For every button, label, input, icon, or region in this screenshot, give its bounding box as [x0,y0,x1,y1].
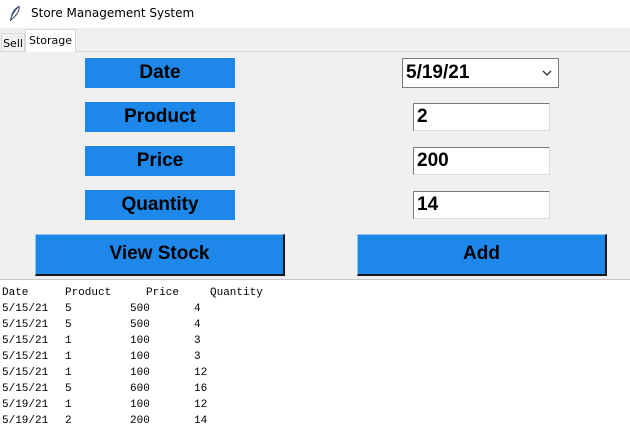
cell-product: 5 [65,319,72,331]
cell-quantity: 4 [194,303,201,315]
cell-product: 1 [65,399,72,411]
cell-quantity: 12 [194,367,208,379]
tab-bar: Sell Storage [0,28,630,52]
stock-row: 5/15/21 5 500 4 [2,319,622,335]
price-field[interactable]: 200 [413,147,550,175]
product-label: Product [85,102,235,132]
cell-product: 2 [65,415,72,427]
stock-row: 5/15/21 1 100 3 [2,351,622,367]
title-bar: Store Management System [0,0,630,28]
price-label: Price [85,146,235,176]
stock-row: 5/19/21 1 100 12 [2,399,622,415]
cell-quantity: 3 [194,351,201,363]
stock-row: 5/15/21 1 100 3 [2,335,622,351]
cell-product: 1 [65,335,72,347]
date-value: 5/19/21 [406,62,470,83]
cell-price: 100 [130,351,150,363]
cell-date: 5/15/21 [2,367,49,379]
cell-date: 5/19/21 [2,399,49,411]
cell-date: 5/19/21 [2,415,49,427]
header-date: Date [2,287,29,299]
add-button[interactable]: Add [357,234,607,276]
cell-product: 5 [65,383,72,395]
cell-price: 200 [130,415,150,427]
header-quantity: Quantity [210,287,263,299]
cell-date: 5/15/21 [2,383,49,395]
cell-quantity: 16 [194,383,208,395]
cell-date: 5/15/21 [2,335,49,347]
cell-product: 5 [65,303,72,315]
cell-price: 500 [130,319,150,331]
cell-quantity: 3 [194,335,201,347]
quantity-label: Quantity [85,190,235,220]
date-label: Date [85,58,235,88]
cell-product: 1 [65,367,72,379]
cell-quantity: 12 [194,399,208,411]
cell-product: 1 [65,351,72,363]
cell-price: 100 [130,335,150,347]
view-stock-button[interactable]: View Stock [35,234,285,276]
header-price: Price [146,287,180,299]
cell-price: 100 [130,399,150,411]
tab-storage[interactable]: Storage [25,29,76,52]
cell-price: 600 [130,383,150,395]
stock-row: 5/15/21 5 500 4 [2,303,622,319]
feather-icon [10,5,20,21]
product-field[interactable]: 2 [413,103,550,131]
cell-price: 500 [130,303,150,315]
date-combobox[interactable]: 5/19/21 [402,58,559,88]
stock-list[interactable]: Date Product Price Quantity 5/15/21 5 500 4… [0,279,630,445]
stock-list-header: Date Product Price Quantity [2,287,622,303]
cell-price: 100 [130,367,150,379]
cell-date: 5/15/21 [2,351,49,363]
quantity-field[interactable]: 14 [413,191,550,219]
tab-sell[interactable]: Sell [1,33,25,51]
chevron-down-icon[interactable] [542,69,552,77]
cell-quantity: 4 [194,319,201,331]
window-title: Store Management System [31,6,195,20]
header-product: Product [65,287,112,299]
stock-row: 5/15/21 5 600 16 [2,383,622,399]
stock-row: 5/19/21 2 200 14 [2,415,622,431]
stock-row: 5/15/21 1 100 12 [2,367,622,383]
cell-date: 5/15/21 [2,303,49,315]
cell-date: 5/15/21 [2,319,49,331]
cell-quantity: 14 [194,415,208,427]
